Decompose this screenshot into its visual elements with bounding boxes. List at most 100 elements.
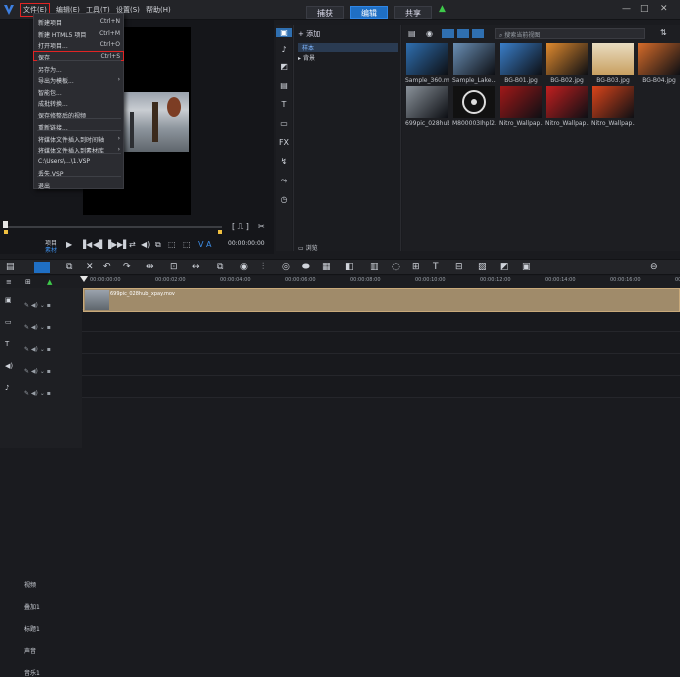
path-icon[interactable]: ↯: [276, 157, 292, 166]
sort-icon[interactable]: ⇅: [660, 28, 667, 37]
track-row[interactable]: [82, 354, 680, 376]
lens-icon[interactable]: ▣: [522, 262, 531, 272]
prev-frame-icon[interactable]: ◀▌: [93, 240, 105, 249]
end-icon[interactable]: ▶▌: [117, 240, 129, 249]
minimize-icon[interactable]: —: [622, 4, 631, 14]
show-photos-icon[interactable]: [457, 29, 469, 38]
play-icon[interactable]: ▶: [66, 240, 72, 249]
trim-end-marker[interactable]: [218, 230, 222, 234]
track-controls[interactable]: ✎ ◀) ⌄ ▪: [24, 368, 51, 375]
library-folder-sample[interactable]: 样本: [298, 43, 398, 52]
close-icon[interactable]: ✕: [660, 4, 668, 14]
media-thumbnail[interactable]: [453, 43, 495, 75]
file-menu-item[interactable]: 将媒体文件插入到时间轴 ›: [34, 134, 123, 144]
track-row[interactable]: [82, 332, 680, 354]
record-icon[interactable]: ◉: [426, 29, 433, 38]
media-thumbnail[interactable]: [406, 86, 448, 118]
import-folder-icon[interactable]: ▤: [408, 29, 416, 38]
split-screen-icon[interactable]: ▥: [370, 262, 379, 272]
playhead[interactable]: [80, 276, 88, 288]
hd-icon[interactable]: ⧉: [155, 240, 161, 250]
add-track-icon[interactable]: ⊞: [25, 278, 31, 286]
track-controls[interactable]: ✎ ◀) ⌄ ▪: [24, 346, 51, 353]
media-thumbnail[interactable]: [546, 43, 588, 75]
media-thumbnail[interactable]: [546, 86, 588, 118]
home-icon[interactable]: ▐◀: [80, 240, 92, 249]
media-thumbnail[interactable]: [592, 86, 634, 118]
file-menu-item[interactable]: 新建 HTML5 项目 Ctrl+M: [34, 29, 123, 39]
file-menu-item[interactable]: 退出: [34, 180, 123, 190]
video-clip[interactable]: 699pic_028hub_xpay.mov: [83, 288, 680, 312]
crop-icon[interactable]: ⊞: [412, 262, 420, 272]
track-list-icon[interactable]: ≡: [6, 278, 12, 286]
timecode-display[interactable]: 00:00:00:00: [228, 240, 265, 247]
add-folder-button[interactable]: + 添加: [298, 29, 320, 39]
file-menu-item[interactable]: 成批转换...: [34, 98, 123, 108]
clip-mode-label[interactable]: 素材: [45, 245, 57, 254]
show-audio-icon[interactable]: [472, 29, 484, 38]
redo-icon[interactable]: ↷: [123, 262, 131, 272]
scrub-handle[interactable]: [3, 221, 8, 228]
enlarge-icon[interactable]: ⬚: [168, 240, 176, 249]
media-thumbnail[interactable]: [406, 43, 448, 75]
zoom-fit-icon[interactable]: ⊡: [170, 262, 178, 272]
browse-button[interactable]: ▭ 浏览: [298, 243, 318, 252]
media-thumbnail[interactable]: [500, 43, 542, 75]
snapshot-icon[interactable]: ⬚: [183, 240, 191, 249]
graphics-icon[interactable]: ▤: [276, 81, 292, 90]
mask-icon[interactable]: ◧: [345, 262, 354, 272]
fx-icon[interactable]: FX: [276, 138, 292, 147]
zoom-out-icon[interactable]: ⊖: [650, 262, 658, 272]
file-menu-item[interactable]: 新建项目 Ctrl+N: [34, 17, 123, 27]
color-icon[interactable]: ◩: [500, 262, 509, 272]
track-controls[interactable]: ✎ ◀) ⌄ ▪: [24, 302, 51, 309]
file-menu-item[interactable]: 另存为...: [34, 64, 123, 74]
media-thumbnail[interactable]: [592, 43, 634, 75]
arrow-up-icon[interactable]: ▲: [47, 278, 52, 286]
search-input[interactable]: ⌕ 搜索当前视图: [495, 28, 645, 39]
fit-icon[interactable]: ⇹: [146, 262, 154, 272]
speed-icon[interactable]: ◷: [276, 195, 292, 204]
track-type-icon[interactable]: ▣: [5, 296, 12, 304]
storyboard-view-icon[interactable]: ▤: [6, 262, 15, 272]
maximize-icon[interactable]: □: [640, 4, 649, 14]
track-row[interactable]: [82, 376, 680, 398]
scrub-bar[interactable]: [4, 226, 222, 228]
record-voice-icon[interactable]: ◉: [240, 262, 248, 272]
expand-icon[interactable]: ↔: [192, 262, 200, 272]
motion-track-icon[interactable]: ◎: [282, 262, 290, 272]
tools-icon[interactable]: ✕: [86, 262, 94, 272]
transition-icon[interactable]: ◩: [276, 62, 292, 71]
volume-icon[interactable]: ◀): [141, 240, 150, 249]
menu-help[interactable]: 帮助(H): [146, 5, 171, 15]
speed-ramp-icon[interactable]: ▨: [478, 262, 487, 272]
text-overlay-icon[interactable]: V A: [198, 240, 212, 249]
mark-in-out-icon[interactable]: [ ⎍ ]: [232, 222, 249, 232]
tab-edit[interactable]: 编辑: [350, 6, 388, 19]
trim-start-marker[interactable]: [4, 230, 8, 234]
upload-arrow-icon[interactable]: ▲: [439, 4, 446, 14]
library-folder-background[interactable]: ▸ 背景: [298, 53, 315, 62]
track-manager-icon[interactable]: ⧉: [66, 262, 72, 272]
file-menu-item[interactable]: 导出为模板... ›: [34, 75, 123, 85]
track-type-icon[interactable]: ▭: [5, 318, 12, 326]
media-thumbnail[interactable]: [500, 86, 542, 118]
chapter-icon[interactable]: ▦: [322, 262, 331, 272]
media-thumbnail[interactable]: [638, 43, 680, 75]
subtitle-icon[interactable]: ⬬: [302, 262, 310, 272]
media-icon[interactable]: ▣: [276, 28, 292, 37]
track-controls[interactable]: ✎ ◀) ⌄ ▪: [24, 324, 51, 331]
motion-icon[interactable]: ⤳: [276, 176, 292, 186]
track-type-icon[interactable]: ◀): [5, 362, 13, 370]
track-type-icon[interactable]: T: [5, 340, 9, 348]
repeat-icon[interactable]: ⇄: [129, 240, 136, 249]
file-menu-item[interactable]: C:\Users\...\1.VSP: [34, 157, 123, 167]
stabilize-icon[interactable]: ⊟: [455, 262, 463, 272]
text-icon[interactable]: T: [433, 262, 439, 272]
pan-zoom-icon[interactable]: ◌: [392, 262, 400, 272]
overlay-icon[interactable]: ▭: [276, 119, 292, 128]
file-menu-item[interactable]: 打开项目... Ctrl+O: [34, 40, 123, 50]
track-row[interactable]: [82, 310, 680, 332]
file-menu-item[interactable]: 智能包...: [34, 87, 123, 97]
media-thumbnail[interactable]: [453, 86, 495, 118]
